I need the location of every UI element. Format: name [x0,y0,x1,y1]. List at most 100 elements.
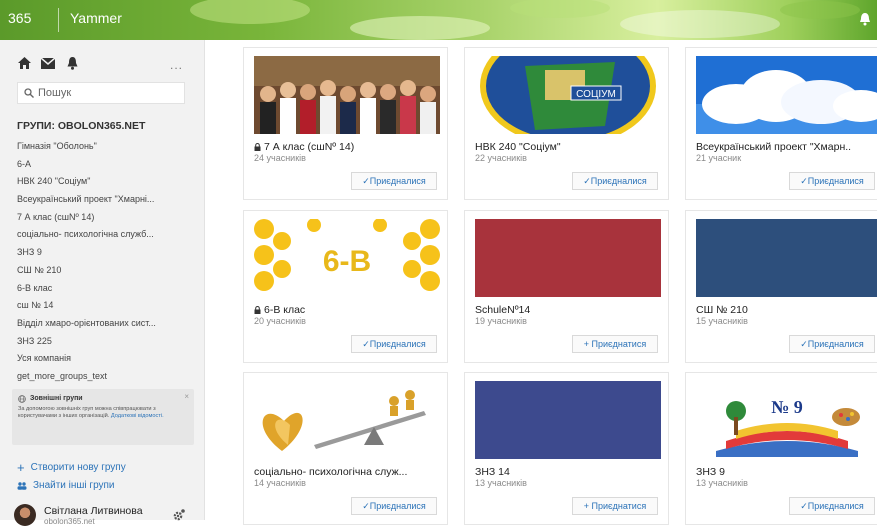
group-card[interactable]: СОЦІУМ НВК 240 "Соціум" 22 учасників ✓Пр… [464,47,669,200]
joined-button[interactable]: ✓Приєдналися [351,335,437,353]
member-count: 13 учасників [696,478,748,488]
group-card[interactable]: 6-В 6-В клас 20 учасників ✓Приєдналися [243,210,448,363]
group-cover-image[interactable] [475,219,661,297]
top-bar: 365 Yammer [0,0,877,40]
find-groups-label: Знайти інші групи [33,480,115,491]
member-count: 24 учасників [254,153,306,163]
member-count: 22 учасників [475,153,527,163]
sidebar-group-item[interactable]: 6-В клас [17,280,197,298]
sidebar-group-item[interactable]: сш № 14 [17,297,197,315]
sidebar-group-item[interactable]: Уся компанія [17,350,197,368]
create-group-link[interactable]: + Створити нову групу [17,459,126,475]
sidebar-group-item[interactable]: Всеукраїнський проект "Хмарні... [17,191,197,209]
group-cover-image[interactable]: № 9 [696,381,877,459]
bell-icon[interactable] [859,12,871,26]
joined-button[interactable]: ✓Приєдналися [789,172,875,190]
group-card[interactable]: соціально- психологічна служ... 14 учасн… [243,372,448,525]
group-name[interactable]: СШ № 210 [696,304,874,316]
groups-section-title: ГРУПИ: OBOLON365.NET [17,120,146,132]
join-button[interactable]: + Приєднатися [572,335,658,353]
group-card[interactable]: Всеукраїнський проект "Хмарн.. 21 учасни… [685,47,877,200]
group-list: Гімназія "Оболонь" 6-А НВК 240 "Соціум" … [17,138,197,386]
member-count: 20 учасників [254,316,306,326]
member-count: 15 учасників [696,316,748,326]
avatar[interactable] [14,504,36,526]
group-cover-image[interactable] [696,56,877,134]
more-groups-link[interactable]: get_more_groups_text [17,368,197,386]
group-name-text: 7 А клас (сшNº 14) [264,141,355,153]
sidebar-group-item[interactable]: СШ № 210 [17,262,197,280]
external-groups-box: Зовнішні групи × За допомогою зовнішніх … [12,389,194,445]
group-cover-image[interactable] [254,381,440,459]
sidebar-group-item[interactable]: 7 А клас (сшNº 14) [17,209,197,227]
search-input[interactable]: Пошук [17,82,185,104]
joined-button[interactable]: ✓Приєдналися [789,335,875,353]
group-card[interactable]: 7 А клас (сшNº 14) 24 учасників ✓Приєдна… [243,47,448,200]
office365-brand[interactable]: 365 [8,10,31,26]
user-name: Світлана Литвинова [44,505,143,517]
sidebar-group-item[interactable]: Відділ хмаро-орієнтованих сист... [17,315,197,333]
lock-icon [254,143,261,151]
joined-button[interactable]: ✓Приєдналися [351,172,437,190]
member-count: 13 учасників [475,478,527,488]
user-profile[interactable]: Світлана Литвинова obolon365.net [12,502,198,526]
inbox-icon[interactable] [41,56,55,70]
plus-icon: + [17,459,25,475]
more-options-icon[interactable]: ... [170,58,183,72]
group-name[interactable]: 6-В клас [254,304,442,316]
joined-button[interactable]: ✓Приєдналися [789,497,875,515]
group-name[interactable]: 7 А клас (сшNº 14) [254,141,442,153]
group-cover-image[interactable]: 6-В [254,219,440,297]
group-name-text: Всеукраїнський проект "Хмарн.. [696,141,852,153]
group-name[interactable]: SchuleNº14 [475,304,663,316]
group-name-text: соціально- психологічна служ... [254,466,408,478]
sidebar-group-item[interactable]: 6-А [17,156,197,174]
sidebar-group-item[interactable]: ЗНЗ 9 [17,244,197,262]
learn-more-link[interactable]: Додаткові відомості. [111,413,164,419]
globe-icon [18,395,26,403]
group-cover-image[interactable]: СОЦІУМ [475,56,661,134]
yammer-app-name[interactable]: Yammer [70,10,122,26]
sidebar-nav-icons [17,56,79,70]
join-button[interactable]: + Приєднатися [572,497,658,515]
group-card[interactable]: ЗНЗ 14 13 учасників + Приєднатися [464,372,669,525]
group-cover-image[interactable] [254,56,440,134]
leaf-banner-decoration [190,0,860,40]
home-icon[interactable] [17,56,31,70]
find-groups-link[interactable]: Знайти інші групи [17,480,115,491]
group-name[interactable]: НВК 240 "Соціум" [475,141,663,153]
member-count: 21 учасник [696,153,742,163]
group-card[interactable]: СШ № 210 15 учасників ✓Приєдналися [685,210,877,363]
close-icon[interactable]: × [184,392,189,401]
class-badge-text: 6-В [323,245,371,278]
group-name-text: ЗНЗ 14 [475,466,510,478]
group-name[interactable]: ЗНЗ 9 [696,466,874,478]
notifications-icon[interactable] [65,56,79,70]
external-groups-title: Зовнішні групи [30,395,83,402]
group-card[interactable]: SchuleNº14 19 учасників + Приєднатися [464,210,669,363]
socium-badge-text: СОЦІУМ [576,89,616,100]
sidebar-group-item[interactable]: ЗНЗ 225 [17,333,197,351]
sidebar-group-item[interactable]: НВК 240 "Соціум" [17,173,197,191]
people-icon [17,481,27,490]
group-name[interactable]: Всеукраїнський проект "Хмарн.. [696,141,874,153]
group-name[interactable]: ЗНЗ 14 [475,466,663,478]
group-card[interactable]: № 9 ЗНЗ 9 13 учасників ✓Приєдналися [685,372,877,525]
search-icon [24,88,34,98]
group-name-text: ЗНЗ 9 [696,466,726,478]
user-network: obolon365.net [44,517,95,526]
search-placeholder: Пошук [38,87,72,99]
group-name[interactable]: соціально- психологічна служ... [254,466,442,478]
sidebar-group-item[interactable]: Гімназія "Оболонь" [17,138,197,156]
joined-button[interactable]: ✓Приєдналися [572,172,658,190]
group-name-text: НВК 240 "Соціум" [475,141,561,153]
member-count: 14 учасників [254,478,306,488]
sidebar-group-item[interactable]: соціально- психологічна служб... [17,226,197,244]
group-cover-image[interactable] [696,219,877,297]
group-cover-image[interactable] [475,381,661,459]
member-count: 19 учасників [475,316,527,326]
brand-divider [58,8,59,32]
lock-icon [254,306,261,314]
joined-button[interactable]: ✓Приєдналися [351,497,437,515]
group-name-text: 6-В клас [264,304,306,316]
